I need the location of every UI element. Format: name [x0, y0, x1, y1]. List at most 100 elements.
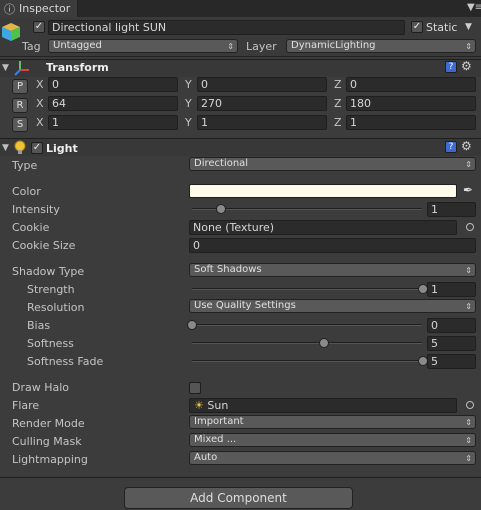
axis-x-label: X	[36, 116, 44, 129]
lightmapping-value: Auto	[194, 452, 218, 463]
updown-arrow-icon: ⇕	[227, 42, 234, 51]
static-checkbox[interactable]: ✓	[411, 21, 423, 33]
help-icon[interactable]: ?	[445, 61, 457, 73]
cookie-object-field[interactable]: None (Texture)	[189, 220, 457, 235]
tag-value: Untagged	[53, 40, 102, 51]
updown-arrow-icon: ⇕	[465, 266, 472, 275]
cookie-size-field[interactable]: 0	[189, 238, 476, 253]
resolution-label: Resolution	[27, 301, 85, 314]
cookie-size-label: Cookie Size	[12, 239, 76, 252]
updown-arrow-icon: ⇕	[465, 418, 472, 427]
position-button[interactable]: P	[12, 79, 28, 94]
culling-mask-label: Culling Mask	[12, 435, 82, 448]
lightmapping-dropdown[interactable]: Auto ⇕	[189, 451, 476, 465]
position-y-field[interactable]: 0	[197, 77, 327, 92]
axis-z-label: Z	[334, 97, 342, 110]
rotation-y-field[interactable]: 270	[197, 96, 327, 111]
axis-x-label: X	[36, 97, 44, 110]
scale-y-field[interactable]: 1	[197, 115, 327, 130]
help-icon[interactable]: ?	[445, 141, 457, 153]
tab-label: Inspector	[19, 2, 71, 15]
strength-field[interactable]: 1	[427, 282, 476, 297]
strength-label: Strength	[27, 283, 75, 296]
transform-title: Transform	[46, 61, 109, 74]
rotation-z-field[interactable]: 180	[346, 96, 476, 111]
softness-field[interactable]: 5	[427, 336, 476, 351]
info-icon: ⓘ	[4, 3, 15, 16]
cookie-label: Cookie	[12, 221, 50, 234]
shadow-type-value: Soft Shadows	[194, 264, 262, 275]
light-title: Light	[46, 142, 78, 155]
flare-value: Sun	[207, 399, 229, 412]
light-enabled-checkbox[interactable]: ✓	[31, 142, 43, 154]
checkmark-icon: ✓	[412, 21, 422, 32]
gear-icon[interactable]: ⚙	[461, 139, 472, 153]
softness-label: Softness	[27, 337, 74, 350]
type-label: Type	[12, 159, 38, 172]
culling-mask-value: Mixed ...	[194, 434, 237, 445]
render-mode-label: Render Mode	[12, 417, 85, 430]
culling-mask-dropdown[interactable]: Mixed ... ⇕	[189, 433, 476, 447]
tab-inspector[interactable]: ⓘ Inspector	[0, 0, 78, 17]
scale-z-field[interactable]: 1	[346, 115, 476, 130]
intensity-slider-thumb[interactable]	[215, 204, 226, 214]
updown-arrow-icon: ⇕	[465, 436, 472, 445]
axis-z-label: Z	[334, 116, 342, 129]
add-component-button[interactable]: Add Component	[124, 487, 353, 509]
bias-slider-thumb[interactable]	[187, 320, 197, 330]
eyedropper-icon[interactable]: ✒	[463, 183, 473, 197]
gear-icon[interactable]: ⚙	[461, 59, 472, 73]
axis-x-label: X	[36, 78, 44, 91]
lightbulb-icon	[14, 140, 26, 154]
tag-label: Tag	[22, 40, 41, 53]
object-picker-icon[interactable]	[466, 223, 474, 231]
transform-axes-icon	[14, 61, 29, 76]
render-mode-dropdown[interactable]: Important ⇕	[189, 415, 476, 429]
flare-label: Flare	[12, 399, 40, 412]
gameobject-active-checkbox[interactable]: ✓	[33, 21, 45, 33]
checkmark-icon: ✓	[34, 21, 44, 32]
type-dropdown[interactable]: Directional ⇕	[189, 157, 476, 171]
softness-fade-slider-track[interactable]	[192, 360, 422, 362]
axis-y-label: Y	[185, 78, 192, 91]
static-label: Static	[426, 21, 458, 34]
softness-slider-track[interactable]	[192, 342, 422, 344]
intensity-field[interactable]: 1	[427, 202, 476, 217]
layer-value: DynamicLighting	[291, 40, 376, 51]
rotation-button[interactable]: R	[12, 98, 28, 113]
position-z-field[interactable]: 0	[346, 77, 476, 92]
tag-dropdown[interactable]: Untagged ⇕	[48, 39, 238, 53]
intensity-slider-track[interactable]	[192, 208, 422, 210]
static-dropdown-icon[interactable]: ▼	[465, 22, 472, 32]
layer-dropdown[interactable]: DynamicLighting ⇕	[286, 39, 476, 53]
section-divider	[0, 477, 481, 478]
checkmark-icon: ✓	[32, 142, 42, 153]
gameobject-cube-icon	[2, 23, 20, 41]
scale-x-field[interactable]: 1	[48, 115, 178, 130]
bias-field[interactable]: 0	[427, 318, 476, 333]
resolution-dropdown[interactable]: Use Quality Settings ⇕	[189, 299, 476, 313]
shadow-type-dropdown[interactable]: Soft Shadows ⇕	[189, 263, 476, 277]
softness-slider-thumb[interactable]	[318, 338, 329, 348]
transform-foldout-icon[interactable]: ▼	[2, 63, 9, 73]
bias-slider-track[interactable]	[192, 324, 422, 326]
softness-fade-label: Softness Fade	[27, 355, 104, 368]
flare-object-field[interactable]: ☀ Sun	[189, 398, 457, 413]
axis-y-label: Y	[185, 116, 192, 129]
type-value: Directional	[194, 158, 249, 169]
position-x-field[interactable]: 0	[48, 77, 178, 92]
light-foldout-icon[interactable]: ▼	[2, 143, 9, 153]
render-mode-value: Important	[194, 416, 244, 427]
lightmapping-label: Lightmapping	[12, 453, 88, 466]
menu-icon[interactable]: ▼≡	[467, 2, 481, 13]
strength-slider-track[interactable]	[192, 288, 422, 290]
rotation-x-field[interactable]: 64	[48, 96, 178, 111]
softness-fade-field[interactable]: 5	[427, 354, 476, 369]
color-label: Color	[12, 185, 41, 198]
color-swatch[interactable]	[189, 184, 457, 198]
object-picker-icon[interactable]	[466, 401, 474, 409]
scale-button[interactable]: S	[12, 117, 28, 132]
bias-label: Bias	[27, 319, 51, 332]
gameobject-name-input[interactable]: Directional light SUN	[48, 20, 405, 35]
draw-halo-checkbox[interactable]	[189, 382, 201, 394]
